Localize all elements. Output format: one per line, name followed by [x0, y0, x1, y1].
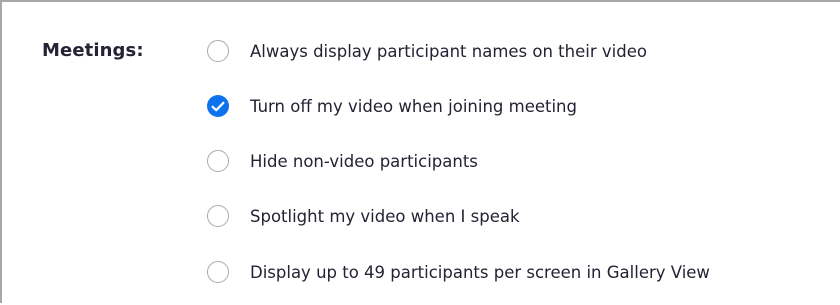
- option-label: Turn off my video when joining meeting: [250, 96, 577, 116]
- option-hide-non-video[interactable]: Hide non-video participants: [207, 143, 837, 179]
- option-label: Hide non-video participants: [250, 151, 478, 171]
- option-spotlight-video[interactable]: Spotlight my video when I speak: [207, 198, 837, 234]
- option-label: Always display participant names on thei…: [250, 41, 647, 61]
- option-label: Spotlight my video when I speak: [250, 206, 520, 226]
- checkbox-turn-off-video[interactable]: [207, 95, 229, 117]
- option-gallery-49[interactable]: Display up to 49 participants per screen…: [207, 254, 837, 290]
- checkmark-icon: [211, 101, 225, 111]
- option-label: Display up to 49 participants per screen…: [250, 262, 710, 282]
- option-turn-off-video[interactable]: Turn off my video when joining meeting: [207, 88, 837, 124]
- checkbox-hide-non-video[interactable]: [207, 150, 229, 172]
- checkbox-gallery-49[interactable]: [207, 261, 229, 283]
- video-settings-panel: Meetings: Always display participant nam…: [0, 0, 840, 303]
- checkbox-always-display-names[interactable]: [207, 40, 229, 62]
- meetings-section-label: Meetings:: [42, 40, 144, 61]
- option-always-display-names[interactable]: Always display participant names on thei…: [207, 33, 837, 69]
- checkbox-spotlight-video[interactable]: [207, 205, 229, 227]
- meetings-options-list: Always display participant names on thei…: [207, 2, 839, 305]
